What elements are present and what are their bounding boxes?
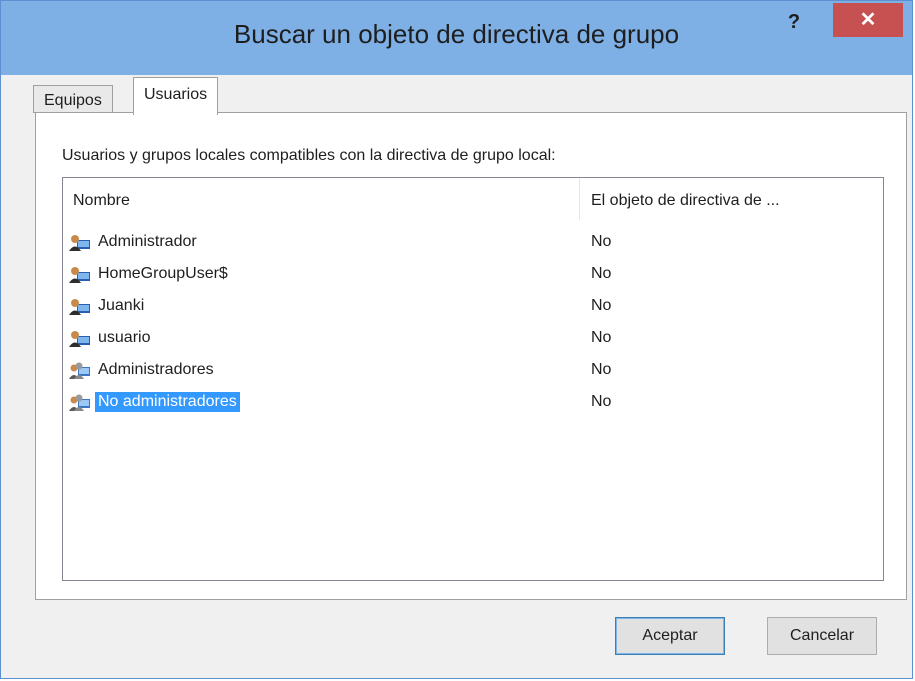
accept-button[interactable]: Aceptar [615,617,725,655]
row-policy-value: No [591,297,612,314]
list-row[interactable]: Administrador No [63,226,883,258]
users-list[interactable]: Nombre El objeto de directiva de ... Adm… [62,177,884,581]
group-icon [69,362,91,380]
column-divider[interactable] [579,178,580,220]
panel-description: Usuarios y grupos locales compatibles co… [62,147,556,164]
help-button[interactable]: ? [771,7,817,37]
user-icon [69,330,91,348]
row-policy-value: No [591,361,612,378]
row-policy-value: No [591,329,612,346]
row-name: No administradores [95,392,240,412]
title-bar[interactable]: Buscar un objeto de directiva de grupo ?… [1,1,912,75]
list-row[interactable]: Administradores No [63,354,883,386]
close-button[interactable]: ✕ [833,3,903,37]
list-row[interactable]: No administradores No [63,386,883,418]
row-name: Administrador [98,233,197,250]
column-header-directiva[interactable]: El objeto de directiva de ... [591,192,780,210]
group-icon [69,394,91,412]
row-policy-value: No [591,265,612,282]
user-icon [69,234,91,252]
row-name: HomeGroupUser$ [98,265,228,282]
list-row[interactable]: HomeGroupUser$ No [63,258,883,290]
cancel-button[interactable]: Cancelar [767,617,877,655]
close-icon: ✕ [859,9,877,31]
dialog-window: Buscar un objeto de directiva de grupo ?… [0,0,913,679]
column-header-nombre[interactable]: Nombre [73,192,130,210]
dialog-body: Equipos Usuarios Usuarios y grupos local… [9,75,907,670]
row-policy-value: No [591,233,612,250]
user-icon [69,298,91,316]
row-name: Juanki [98,297,145,314]
list-row[interactable]: usuario No [63,322,883,354]
tab-usuarios[interactable]: Usuarios [133,77,219,115]
row-policy-value: No [591,393,612,410]
list-header: Nombre El objeto de directiva de ... [63,178,883,220]
tab-panel-usuarios: Usuarios y grupos locales compatibles co… [35,112,907,600]
tab-equipos[interactable]: Equipos [33,85,113,113]
user-icon [69,266,91,284]
list-row[interactable]: Juanki No [63,290,883,322]
row-name: usuario [98,329,151,346]
row-name: Administradores [98,361,214,378]
